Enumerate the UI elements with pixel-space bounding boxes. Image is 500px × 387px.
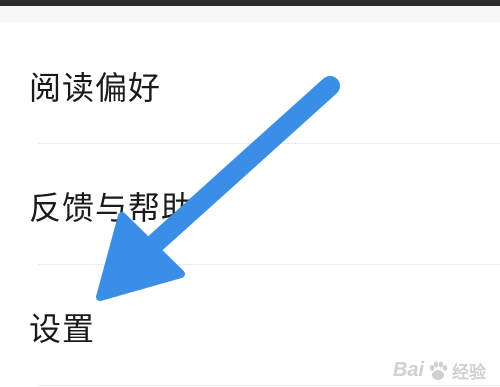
menu-item-label: 设置: [29, 310, 96, 348]
baidu-paw-icon: [429, 361, 448, 380]
menu-item-label: 阅读偏好: [29, 69, 162, 107]
header-strip: [0, 6, 500, 22]
menu-item-feedback-help[interactable]: 反馈与帮助: [0, 144, 500, 264]
divider: [38, 385, 500, 386]
menu-item-reading-preference[interactable]: 阅读偏好: [0, 22, 500, 143]
menu-item-label: 反馈与帮助: [29, 189, 195, 227]
watermark-text-prefix: Bai: [392, 359, 424, 381]
baidu-watermark: Bai 经验: [393, 358, 486, 383]
watermark-text-suffix: 经验: [452, 363, 486, 382]
